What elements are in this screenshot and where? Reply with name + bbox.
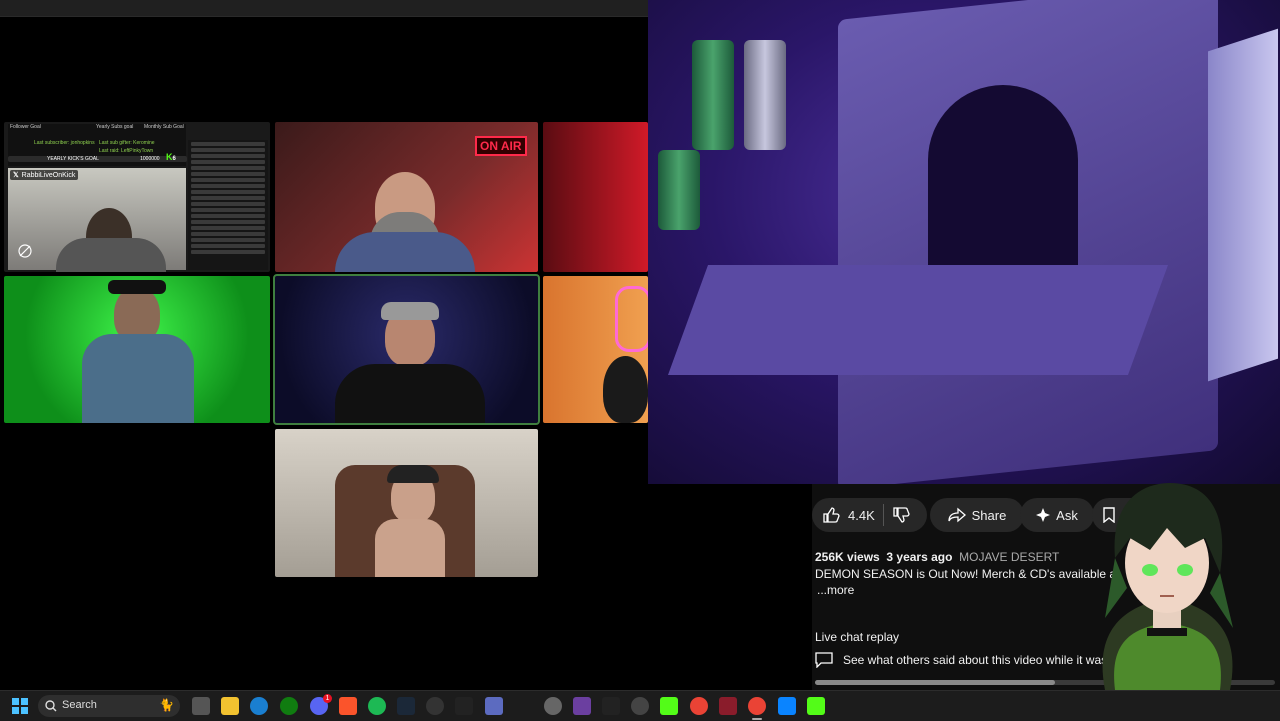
follower-goal-label: Follower Goal	[10, 124, 41, 130]
settings-icon[interactable]	[544, 697, 562, 715]
windows-start-icon[interactable]	[12, 698, 28, 714]
brave-icon[interactable]	[339, 697, 357, 715]
cat-widget-icon: 🐈	[159, 698, 174, 712]
live-chat-title: Live chat replay	[815, 630, 900, 644]
participant-tile-bottom[interactable]	[275, 429, 538, 577]
chat-bubble-icon	[815, 652, 833, 668]
like-count[interactable]: 4.4K	[848, 508, 875, 523]
share-button[interactable]: Share	[930, 498, 1024, 532]
share-icon	[947, 507, 966, 523]
scrollbar-thumb[interactable]	[815, 680, 1055, 685]
last-subscriber-text: Last subscriber: jonhopkins	[34, 140, 95, 146]
thumbs-down-icon[interactable]	[892, 506, 910, 524]
steelseries-icon[interactable]	[631, 697, 649, 715]
hashtag-link[interactable]: MOJAVE DESERT	[959, 550, 1059, 564]
last-sub-gifter-text: Last sub gifter: Keromine	[99, 140, 155, 146]
call-title-bar	[0, 0, 648, 17]
anime-avatar-overlay	[1102, 483, 1233, 690]
epic-games-icon[interactable]	[455, 697, 473, 715]
participant-tile-center[interactable]	[273, 274, 540, 425]
notepad-icon[interactable]	[485, 697, 503, 715]
steam-icon[interactable]	[397, 697, 415, 715]
discord-icon[interactable]: 1	[310, 694, 332, 715]
clapper-icon[interactable]	[573, 697, 591, 715]
kick-count: 6	[172, 156, 176, 162]
participant-tile-red[interactable]	[543, 122, 648, 272]
video-meta: 256K views 3 years ago MOJAVE DESERT	[815, 550, 1059, 564]
discord-badge: 1	[323, 694, 332, 703]
participant-tile-orange[interactable]	[543, 276, 648, 423]
can-2	[744, 40, 786, 150]
app-blue-icon[interactable]	[778, 697, 796, 715]
windows-taskbar: Search 🐈 1	[0, 690, 1280, 721]
taskbar-search[interactable]: Search 🐈	[38, 695, 180, 717]
monitor-screen	[1208, 28, 1278, 382]
muted-camera-icon	[18, 244, 32, 258]
stream-chat-panel	[188, 140, 268, 270]
participant-tile-green[interactable]	[4, 276, 270, 423]
chrome-icon[interactable]	[690, 697, 708, 715]
chrome-active-icon[interactable]	[748, 697, 766, 720]
yearly-subs-goal-label: Yearly Subs goal	[96, 124, 134, 130]
can-3	[658, 150, 700, 230]
obs-icon[interactable]	[426, 697, 444, 715]
monthly-sub-goal-label: Monthly Sub Goal	[144, 124, 184, 130]
share-label: Share	[971, 507, 1007, 523]
participant-tile-onair[interactable]: ON AIR	[275, 122, 538, 272]
kick-app-2-icon[interactable]	[807, 697, 825, 715]
kick-app-icon[interactable]	[660, 697, 678, 715]
search-icon	[45, 700, 57, 712]
participant-tile-overlay[interactable]: Follower Goal Yearly Subs goal Monthly S…	[4, 122, 270, 272]
last-raid-text: Last raid: LeftPinkyTown	[99, 148, 154, 154]
x-logo-icon: 𝕏	[13, 172, 19, 179]
show-more-link[interactable]: ...more	[817, 583, 854, 597]
youtube-video-player[interactable]	[648, 0, 1280, 484]
can-1	[692, 40, 734, 150]
spotify-icon[interactable]	[368, 697, 386, 715]
overlay-webcam	[8, 168, 186, 272]
x-handle-text: RabbiLiveOnKick	[21, 171, 76, 179]
yearly-kicks-goal-value: 1000000	[140, 156, 160, 162]
yearly-kicks-goal-bar: YEARLY KICK'S GOAL 1000000	[8, 156, 187, 162]
video-call-window: Follower Goal Yearly Subs goal Monthly S…	[0, 0, 648, 690]
xbox-icon[interactable]	[280, 697, 298, 715]
on-air-sign: ON AIR	[475, 136, 527, 156]
file-explorer-icon[interactable]	[221, 697, 239, 715]
kick-logo-icon: K6	[166, 152, 176, 162]
task-view-icon[interactable]	[192, 697, 210, 715]
sparkle-icon	[1036, 508, 1051, 522]
cat-tree-shelf	[667, 265, 1169, 375]
upload-age: 3 years ago	[886, 550, 953, 564]
yearly-kicks-goal-label: YEARLY KICK'S GOAL	[47, 156, 99, 162]
game-icon[interactable]	[719, 697, 737, 715]
view-count: 256K views	[815, 550, 880, 564]
terminal-icon[interactable]	[602, 697, 620, 715]
edge-icon[interactable]	[250, 697, 268, 715]
like-dislike-pill: 4.4K	[812, 498, 927, 532]
thumbs-up-icon[interactable]	[822, 506, 840, 524]
x-handle-tag: 𝕏 RabbiLiveOnKick	[10, 170, 79, 180]
search-placeholder: Search	[62, 699, 97, 711]
